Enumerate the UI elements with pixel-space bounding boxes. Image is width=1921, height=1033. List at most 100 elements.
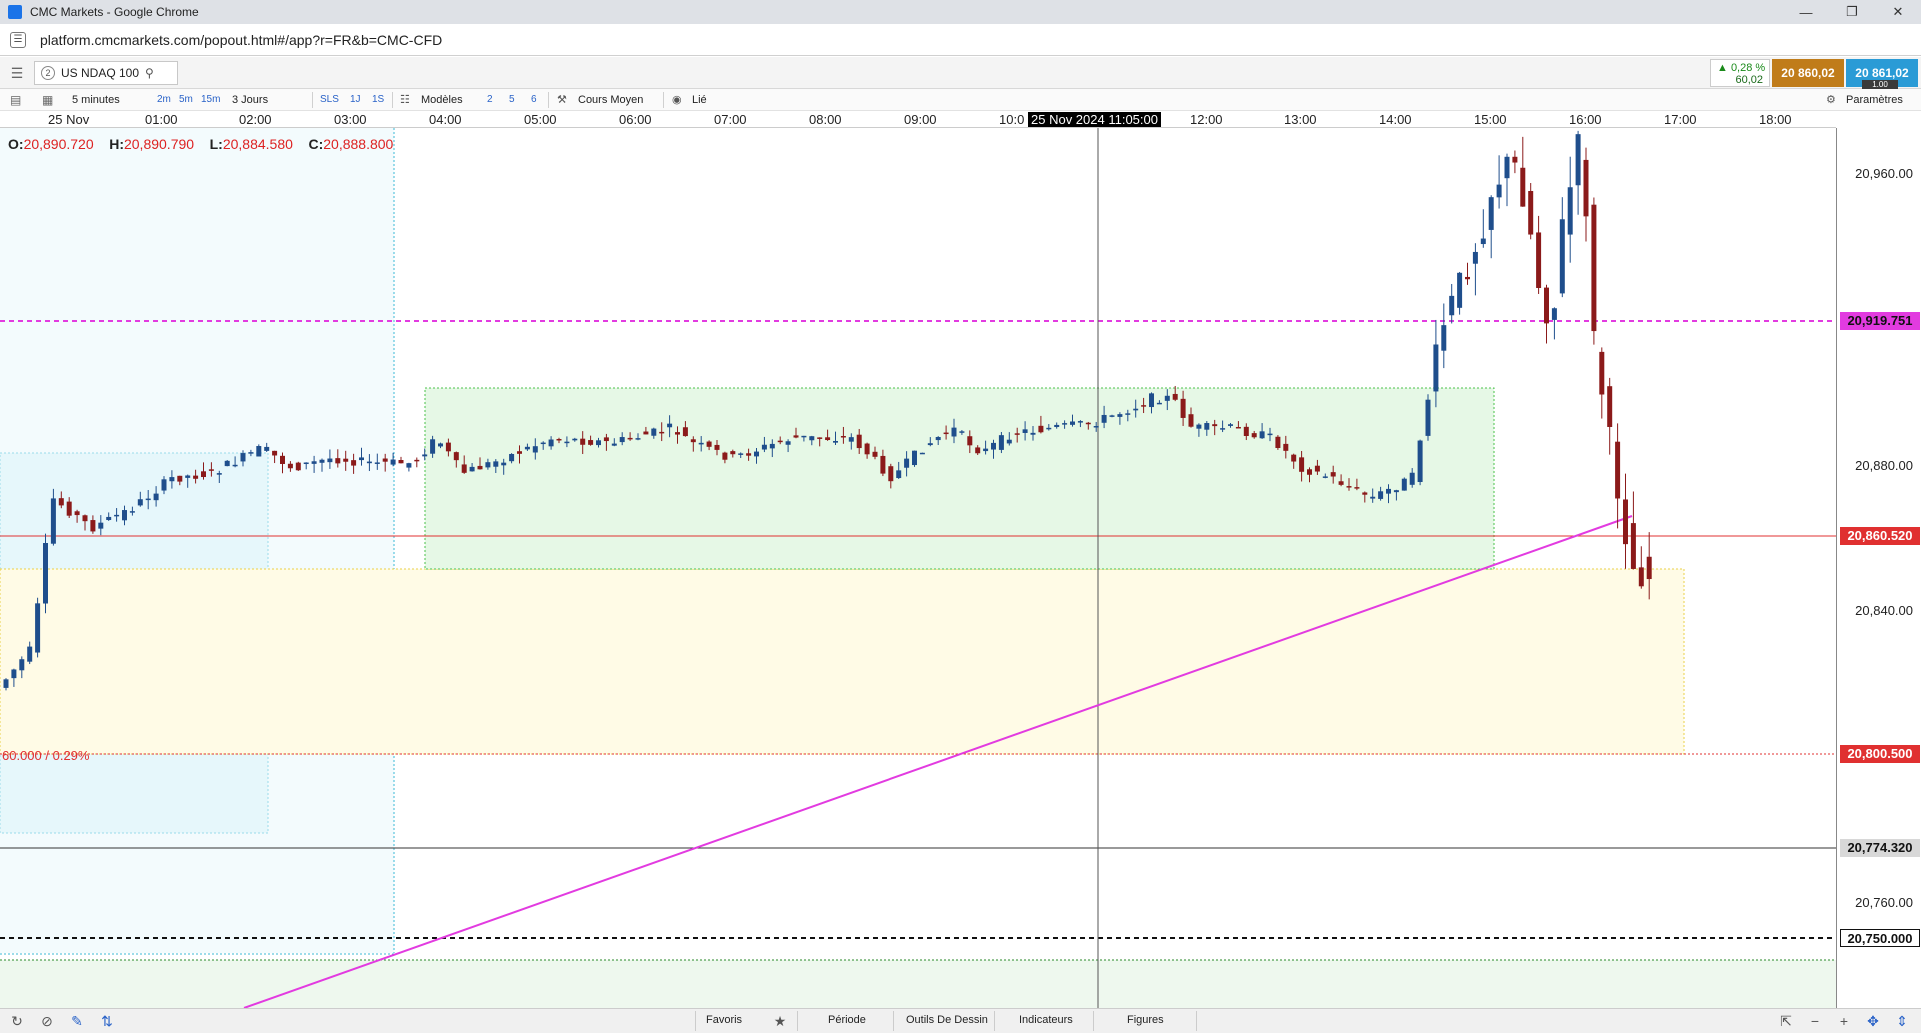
range-select[interactable]: 3 Jours: [232, 92, 268, 108]
quick-2m[interactable]: 2m: [157, 92, 171, 108]
quick-5m[interactable]: 5m: [179, 92, 193, 108]
grid-icon[interactable]: ▦: [42, 92, 53, 108]
candle-body: [453, 452, 459, 461]
window-controls: — ❐ ✕: [1783, 0, 1921, 24]
candle-body: [1077, 421, 1083, 423]
average-icon[interactable]: ⚒: [557, 92, 567, 108]
quick-sls[interactable]: SLS: [320, 92, 339, 108]
candle-body: [975, 447, 981, 454]
candle-body: [351, 460, 357, 466]
candle-body: [469, 466, 475, 472]
time-label: 09:00: [904, 112, 937, 127]
candle-body: [1378, 491, 1384, 499]
chart-area[interactable]: 60.000 / 0.29%: [0, 128, 1836, 1008]
candle-body: [1180, 398, 1186, 418]
menu-icon[interactable]: ☰: [6, 65, 28, 81]
crosshair-icon[interactable]: ✥: [1864, 1012, 1882, 1030]
candle-body: [1070, 421, 1075, 425]
candle-body: [1425, 399, 1431, 436]
price-chart[interactable]: 60.000 / 0.29%: [0, 128, 1836, 1008]
candle-body: [1512, 156, 1518, 163]
candle-body: [1022, 429, 1028, 433]
figures-button[interactable]: Figures: [1127, 1014, 1164, 1026]
candle-body: [1259, 431, 1265, 439]
time-label: 14:00: [1379, 112, 1412, 127]
zoom-in-icon[interactable]: +: [1835, 1012, 1853, 1030]
high-value: 20,890.790: [123, 136, 195, 152]
candle-body: [1441, 325, 1447, 351]
candle-body: [485, 462, 491, 468]
indicators-button[interactable]: Indicateurs: [1019, 1014, 1073, 1026]
candle-body: [1575, 134, 1581, 186]
interval-select[interactable]: 5 minutes: [72, 92, 120, 108]
url-field[interactable]: platform.cmcmarkets.com/popout.html#/app…: [40, 32, 442, 48]
eye-icon[interactable]: ◉: [672, 92, 682, 108]
expand-icon[interactable]: ⇱: [1777, 1012, 1795, 1030]
candle-body: [493, 461, 499, 467]
candle-body: [603, 437, 609, 442]
instrument-bar: ☰ 2 US NDAQ 100 ⚲ ▲ 0,28 % 60,02 20 860,…: [0, 57, 1921, 90]
minimize-icon[interactable]: —: [1783, 0, 1829, 24]
no-entry-icon[interactable]: ⊘: [38, 1012, 56, 1030]
candle-body: [659, 431, 665, 434]
candle-body: [1101, 414, 1107, 423]
models-button[interactable]: Modèles: [421, 92, 463, 108]
period-button[interactable]: Période: [828, 1014, 866, 1026]
candle-body: [611, 443, 617, 446]
candle-body: [303, 462, 309, 465]
candle-body: [880, 455, 886, 474]
candle-body: [1125, 413, 1131, 415]
layout-icon[interactable]: ▤: [10, 92, 21, 108]
search-icon[interactable]: ⚲: [145, 66, 154, 80]
quick-1s[interactable]: 1S: [372, 92, 384, 108]
favorites-button[interactable]: Favoris: [706, 1014, 742, 1026]
layout-5[interactable]: 5: [509, 92, 515, 108]
layout-6[interactable]: 6: [531, 92, 537, 108]
candle-body: [1014, 433, 1020, 435]
quick-1j[interactable]: 1J: [350, 92, 361, 108]
candle-body: [430, 439, 436, 454]
candle-body: [153, 493, 159, 501]
zoom-out-icon[interactable]: −: [1806, 1012, 1824, 1030]
drawing-tools-button[interactable]: Outils De Dessin: [906, 1014, 988, 1026]
vertical-scale-icon[interactable]: ⇕: [1893, 1012, 1911, 1030]
settings-gear-icon[interactable]: ⚙: [1826, 92, 1836, 108]
candle-body: [1559, 219, 1565, 294]
price-axis[interactable]: 20,960.00 20,880.00 20,840.00 20,760.00 …: [1836, 128, 1921, 1008]
time-axis: 25 Nov 01:00 02:00 03:00 04:00 05:00 06:…: [0, 111, 1836, 128]
restore-icon[interactable]: ❐: [1829, 0, 1875, 24]
candle-body: [1054, 424, 1060, 428]
close-icon[interactable]: ✕: [1875, 0, 1921, 24]
site-info-icon[interactable]: ☰: [10, 31, 26, 48]
settings-button[interactable]: Paramètres: [1846, 92, 1903, 108]
candle-body: [698, 442, 704, 445]
refresh-icon[interactable]: ↻: [8, 1012, 26, 1030]
average-price-button[interactable]: Cours Moyen: [578, 92, 643, 108]
linked-button[interactable]: Lié: [692, 92, 707, 108]
sell-price-button[interactable]: 20 860,02: [1772, 59, 1844, 87]
price-tick: 20,960.00: [1855, 166, 1913, 181]
candle-body: [927, 443, 933, 446]
candle-body: [137, 499, 143, 506]
candle-body: [201, 471, 206, 478]
models-icon[interactable]: ☷: [400, 92, 410, 108]
star-icon[interactable]: ★: [771, 1012, 789, 1030]
candle-body: [793, 435, 799, 438]
candle-body: [422, 454, 428, 457]
instrument-selector[interactable]: 2 US NDAQ 100 ⚲: [34, 61, 178, 85]
candle-body: [145, 498, 151, 501]
candle-body: [809, 436, 815, 441]
quick-15m[interactable]: 15m: [201, 92, 220, 108]
candle-body: [675, 432, 680, 435]
time-label: 08:00: [809, 112, 842, 127]
time-label: 05:00: [524, 112, 557, 127]
pencil-icon[interactable]: ✎: [68, 1012, 86, 1030]
candle-body: [1401, 478, 1407, 491]
candle-body: [991, 442, 996, 450]
candle-body: [129, 511, 135, 513]
candle-body: [532, 446, 538, 453]
candle-body: [208, 469, 214, 471]
layout-2[interactable]: 2: [487, 92, 493, 108]
arrows-icon[interactable]: ⇅: [98, 1012, 116, 1030]
candle-body: [1488, 197, 1494, 230]
